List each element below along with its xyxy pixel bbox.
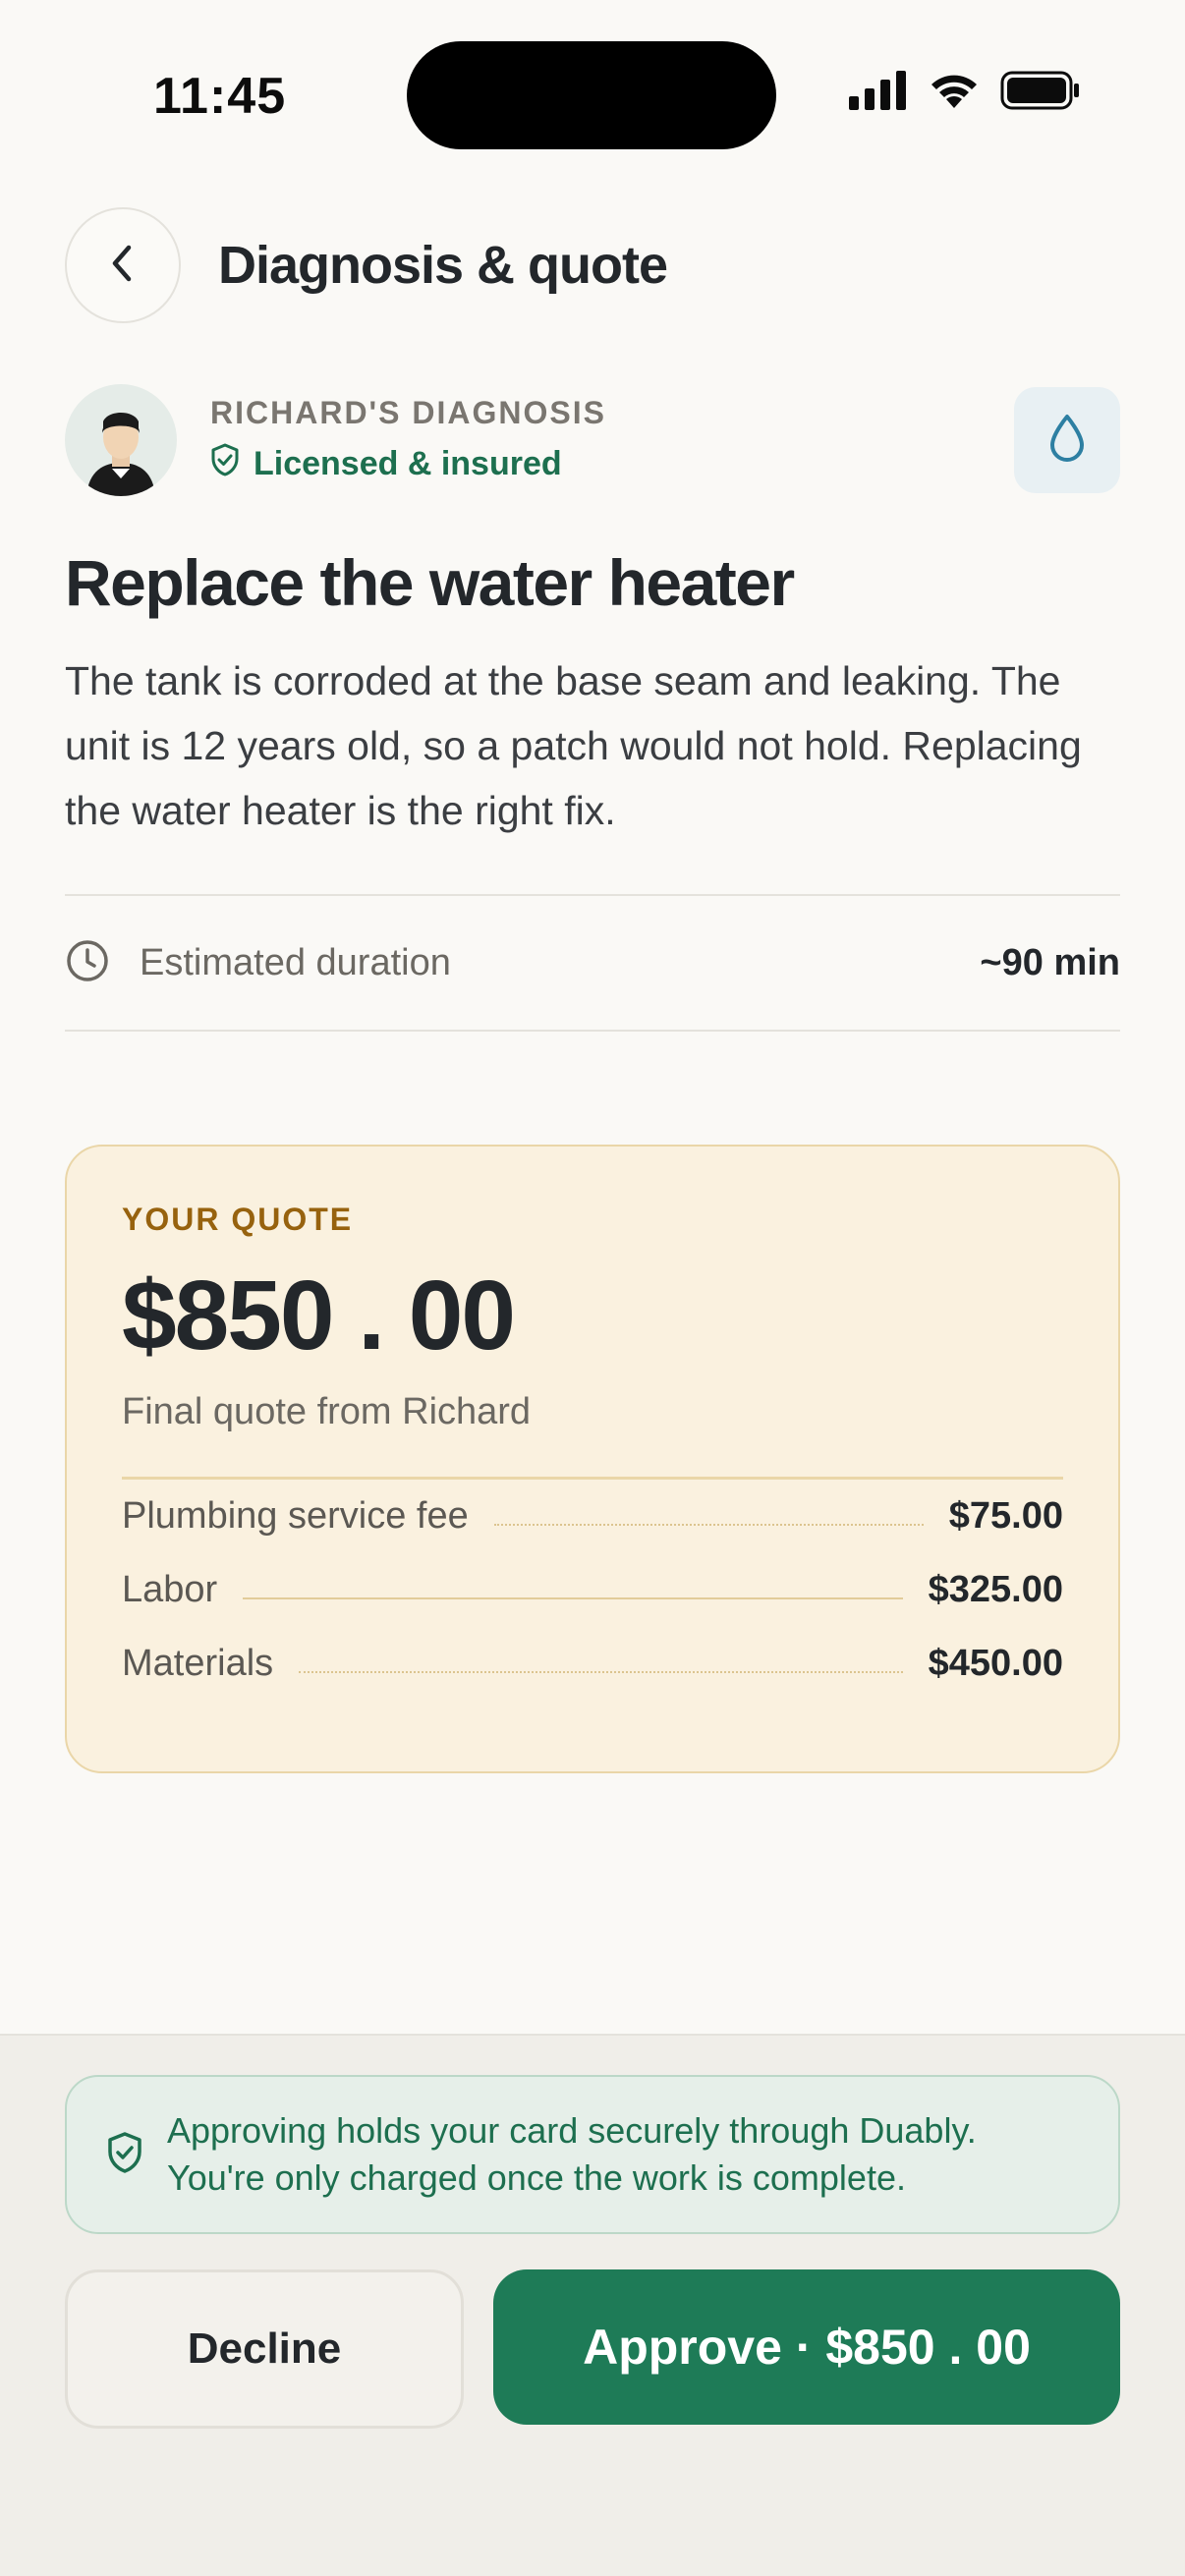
line-item-label: Plumbing service fee — [122, 1495, 469, 1537]
wifi-icon — [928, 71, 981, 115]
quote-card: YOUR QUOTE $850 . 00 Final quote from Ri… — [65, 1145, 1120, 1773]
payment-notice-text: Approving holds your card securely throu… — [167, 2110, 977, 2198]
line-item-label: Materials — [122, 1643, 274, 1684]
pro-summary: RICHARD'S DIAGNOSIS Licensed & insured — [65, 383, 1120, 497]
quote-amount: $850 . 00 — [122, 1260, 516, 1371]
diagnosis-title: Replace the water heater — [65, 546, 795, 619]
duration-value: ~90 min — [980, 941, 1120, 983]
battery-icon — [1000, 71, 1081, 115]
avatar — [65, 384, 177, 496]
licensed-badge-label: Licensed & insured — [254, 445, 562, 482]
duration-row: Estimated duration ~90 min — [65, 894, 1120, 1032]
status-icons — [849, 71, 1081, 115]
line-item-materials: Materials $450.00 — [122, 1627, 1063, 1701]
line-item-value: $75.00 — [948, 1495, 1063, 1537]
water-drop-icon — [1047, 413, 1087, 469]
licensed-badge: Licensed & insured — [210, 443, 1014, 485]
action-panel: Approving holds your card securely throu… — [0, 2034, 1185, 2576]
chevron-left-icon — [103, 242, 142, 290]
status-bar: 11:45 — [0, 0, 1185, 187]
line-item-leader — [243, 1596, 903, 1599]
line-item-value: $450.00 — [928, 1643, 1063, 1684]
decline-button[interactable]: Decline — [65, 2269, 464, 2429]
line-item-label: Labor — [122, 1569, 218, 1610]
status-time: 11:45 — [153, 68, 287, 125]
line-item-value: $325.00 — [928, 1569, 1063, 1610]
diagnosis-description: The tank is corroded at the base seam an… — [65, 658, 1082, 833]
line-item-leader — [493, 1523, 924, 1526]
line-item-leader — [299, 1670, 903, 1673]
pro-text: RICHARD'S DIAGNOSIS Licensed & insured — [210, 395, 1014, 485]
page-title: Diagnosis & quote — [218, 236, 668, 295]
quote-eyebrow: YOUR QUOTE — [122, 1202, 354, 1237]
shield-check-icon — [106, 2131, 143, 2179]
payment-notice: Approving holds your card securely throu… — [65, 2075, 1120, 2234]
pro-eyebrow: RICHARD'S DIAGNOSIS — [210, 395, 606, 430]
approve-button[interactable]: Approve · $850 . 00 — [493, 2269, 1120, 2425]
line-item-labor: Labor $325.00 — [122, 1553, 1063, 1627]
clock-icon — [65, 938, 110, 988]
trade-tile — [1014, 387, 1120, 493]
quote-subtitle: Final quote from Richard — [122, 1391, 532, 1432]
dynamic-island — [407, 41, 776, 149]
line-item-service-fee: Plumbing service fee $75.00 — [122, 1480, 1063, 1553]
header: Diagnosis & quote — [65, 206, 1120, 324]
shield-check-icon — [210, 443, 240, 485]
back-button[interactable] — [65, 207, 181, 323]
duration-label: Estimated duration — [140, 941, 451, 983]
cellular-signal-icon — [849, 71, 908, 115]
